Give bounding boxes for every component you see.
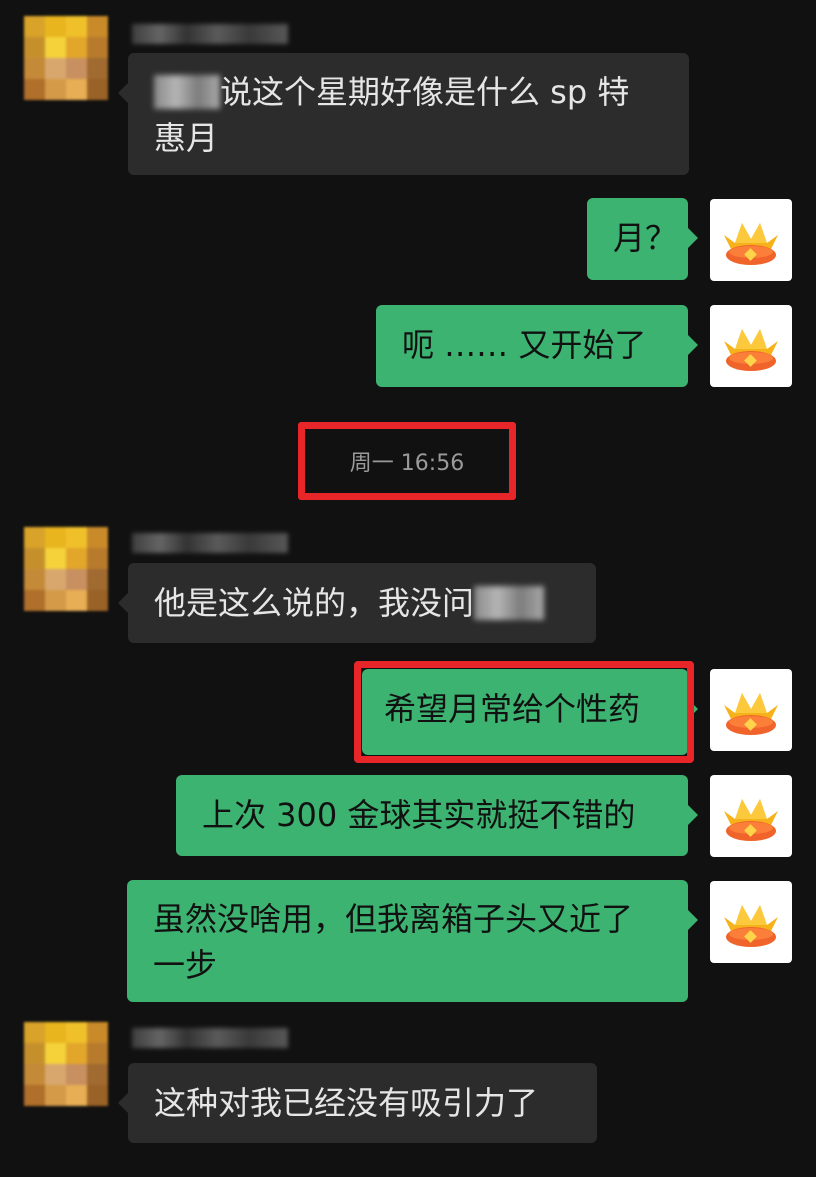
message-bubble-incoming[interactable]: 这种对我已经没有吸引力了 <box>118 1063 597 1143</box>
contact-name-redacted <box>132 1028 288 1048</box>
timestamp-divider: 周一 16:56 <box>298 422 516 500</box>
contact-avatar[interactable] <box>24 1022 108 1106</box>
contact-name-redacted <box>132 533 288 553</box>
crown-icon[interactable] <box>710 305 792 387</box>
message-text: 说这个星期好像是什么 sp 特 <box>220 73 630 111</box>
message-bubble-incoming[interactable]: 他是这么说的，我没问 <box>118 563 596 643</box>
message-text: 虽然没啥用，但我离箱子头又近了 <box>153 900 634 938</box>
message-bubble-outgoing[interactable]: 月？ <box>587 198 698 280</box>
message-bubble-outgoing[interactable]: 希望月常给个性药 <box>362 669 698 755</box>
message-text: 上次 300 金球其实就挺不错的 <box>202 796 636 834</box>
contact-name-redacted <box>132 24 288 44</box>
crown-icon[interactable] <box>710 669 792 751</box>
message-bubble-outgoing[interactable]: 呃 …… 又开始了 <box>376 305 698 387</box>
message-bubble-incoming[interactable]: 说这个星期好像是什么 sp 特 惠月 <box>118 53 689 175</box>
message-text: 这种对我已经没有吸引力了 <box>154 1084 539 1122</box>
contact-avatar[interactable] <box>24 527 108 611</box>
message-text: 希望月常给个性药 <box>384 690 641 728</box>
contact-avatar[interactable] <box>24 16 108 100</box>
message-text-line2: 一步 <box>153 946 218 984</box>
timestamp-text: 周一 16:56 <box>349 451 465 476</box>
crown-icon[interactable] <box>710 199 792 281</box>
message-text: 呃 …… 又开始了 <box>402 326 647 364</box>
crown-icon[interactable] <box>710 775 792 857</box>
message-bubble-outgoing[interactable]: 虽然没啥用，但我离箱子头又近了 一步 <box>127 880 698 1002</box>
redacted-text <box>474 586 545 620</box>
message-bubble-outgoing[interactable]: 上次 300 金球其实就挺不错的 <box>176 775 698 856</box>
redacted-text <box>154 75 220 109</box>
crown-icon[interactable] <box>710 881 792 963</box>
message-text: 他是这么说的，我没问 <box>154 584 475 622</box>
message-text-line2: 惠月 <box>154 119 219 157</box>
message-text: 月？ <box>613 219 678 257</box>
